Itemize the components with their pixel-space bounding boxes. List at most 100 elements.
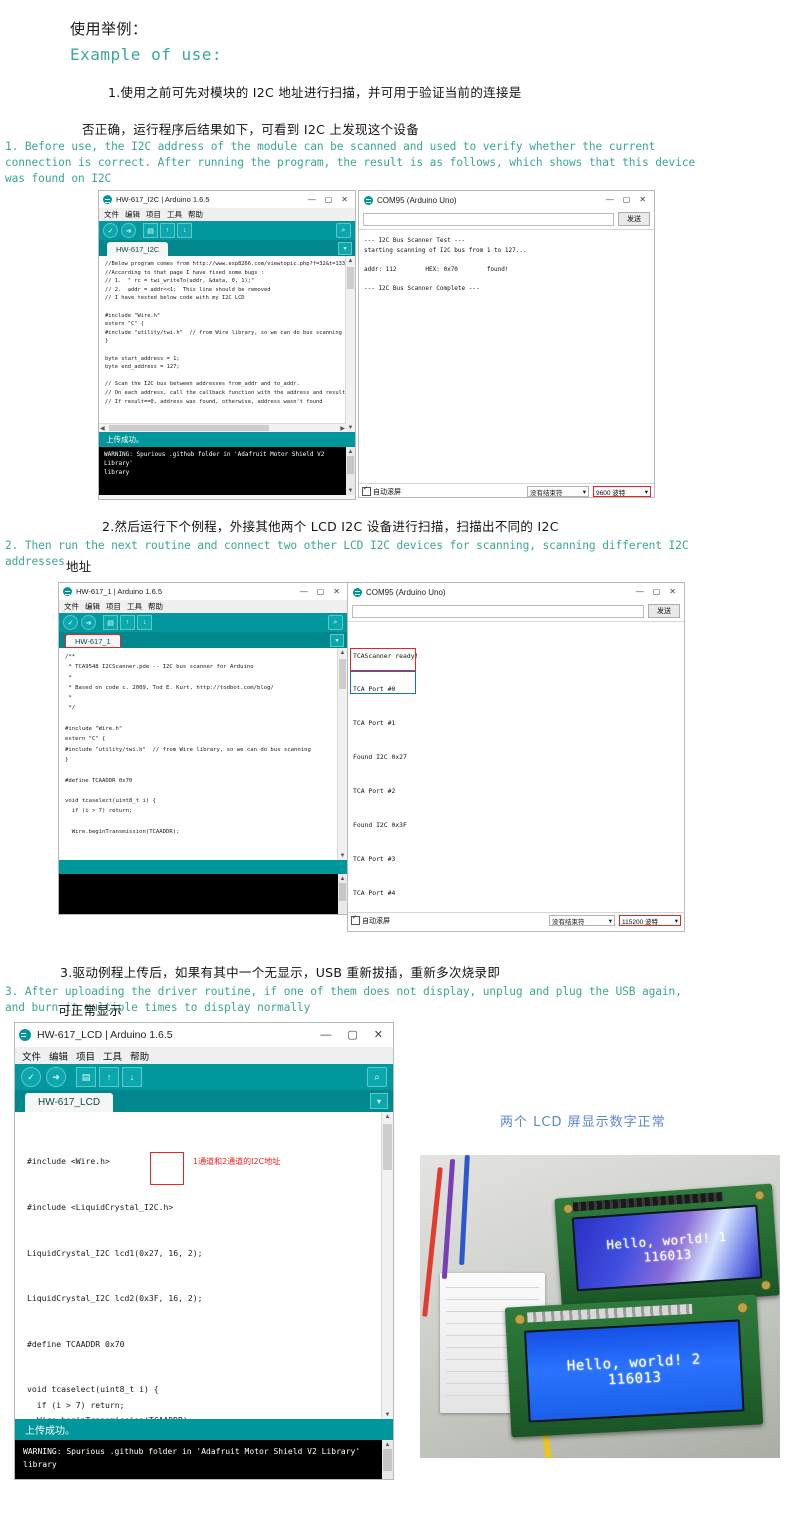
close-icon[interactable]: ✕ [341,195,348,204]
scroll-up-icon[interactable]: ▲ [382,1112,393,1121]
editor-vertical-scrollbar[interactable]: ▲ ▼ [337,648,347,860]
maximize-icon[interactable]: ▢ [325,195,333,204]
maximize-icon[interactable]: ▢ [317,587,325,596]
sketch-tab[interactable]: HW-617_LCD [25,1093,114,1112]
menu-help[interactable]: 帮助 [130,1049,149,1063]
maximize-icon[interactable]: ▢ [653,588,661,596]
new-file-icon[interactable]: ▤ [143,223,158,238]
sketch-tab[interactable]: HW-617_I2C [107,242,169,256]
serial-input-row[interactable]: 发送 [359,209,654,229]
menu-edit[interactable]: 编辑 [85,601,100,612]
minimize-icon[interactable]: — [636,588,644,596]
sketch-tab[interactable]: HW-617_1 [65,634,121,648]
upload-arrow-icon[interactable]: ➜ [121,223,136,238]
close-icon[interactable]: ✕ [374,1029,383,1041]
serial-monitor-window-2[interactable]: COM95 (Arduino Uno) — ▢ ✕ 发送 TCAScanner … [347,582,685,932]
close-icon[interactable]: ✕ [669,588,676,596]
toolbar[interactable]: ✓ ➜ ▤ ↑ ↓ ⌕ [15,1064,393,1090]
maximize-icon[interactable]: ▢ [623,196,631,204]
serial-monitor-icon[interactable]: ⌕ [367,1067,387,1087]
chevron-down-icon[interactable]: ▾ [338,242,352,255]
upload-arrow-icon[interactable]: ➜ [46,1067,66,1087]
menu-sketch[interactable]: 项目 [106,601,121,612]
serial-send-input[interactable] [352,604,644,618]
scroll-down-icon[interactable]: ▼ [338,851,347,860]
chevron-down-icon[interactable]: ▾ [370,1093,388,1109]
tab-strip[interactable]: HW-617_I2C ▾ [99,240,355,256]
scroll-up-icon[interactable]: ▲ [346,256,355,265]
menubar[interactable]: 文件 编辑 项目 工具 帮助 [59,600,347,613]
open-folder-icon[interactable]: ↑ [120,615,135,630]
send-button[interactable]: 发送 [618,212,650,226]
menu-file[interactable]: 文件 [104,209,119,220]
menu-file[interactable]: 文件 [64,601,79,612]
console-scrollbar[interactable]: ▲ ▼ [338,874,347,915]
upload-arrow-icon[interactable]: ➜ [81,615,96,630]
verify-check-icon[interactable]: ✓ [21,1067,41,1087]
scroll-left-icon[interactable]: ◀ [100,425,105,432]
menu-file[interactable]: 文件 [22,1049,41,1063]
line-ending-select[interactable]: 没有结束符 ▾ [549,915,615,926]
baud-rate-select[interactable]: 9600 波特 ▾ [593,486,651,497]
close-icon[interactable]: ✕ [639,196,646,204]
console-scroll-up-icon[interactable]: ▲ [346,447,355,456]
baud-rate-select[interactable]: 115200 波特 ▾ [619,915,681,926]
open-folder-icon[interactable]: ↑ [99,1067,119,1087]
editor-horizontal-scrollbar[interactable]: ◀ ▶ [99,423,346,432]
new-file-icon[interactable]: ▤ [76,1067,96,1087]
serial-footer[interactable]: 自动滚屏 没有结束符 ▾ 115200 波特 ▾ [348,912,684,928]
editor-vertical-scrollbar[interactable]: ▲ ▼ [381,1112,393,1419]
autoscroll-checkbox[interactable]: 自动滚屏 [362,485,401,497]
menu-edit[interactable]: 编辑 [125,209,140,220]
minimize-icon[interactable]: — [606,196,614,204]
menubar[interactable]: 文件 编辑 项目 工具 帮助 [15,1047,393,1064]
code-editor[interactable]: //Below program comes from http://www.es… [99,256,355,432]
console-scrollbar[interactable]: ▲ ▼ [346,447,355,495]
save-icon[interactable]: ↓ [137,615,152,630]
verify-check-icon[interactable]: ✓ [63,615,78,630]
menu-sketch[interactable]: 项目 [146,209,161,220]
new-file-icon[interactable]: ▤ [103,615,118,630]
scroll-down-icon[interactable]: ▼ [346,423,355,432]
arduino-ide-window-1[interactable]: HW-617_I2C | Arduino 1.6.5 — ▢ ✕ 文件 编辑 项… [98,190,356,500]
open-folder-icon[interactable]: ↑ [160,223,175,238]
line-ending-select[interactable]: 没有结束符 ▾ [527,486,589,497]
serial-monitor-window-1[interactable]: COM95 (Arduino Uno) — ▢ ✕ 发送 --- I2C Bus… [358,190,655,498]
menubar[interactable]: 文件 编辑 项目 工具 帮助 [99,208,355,221]
code-editor[interactable]: #include <Wire.h> #include <LiquidCrysta… [15,1112,393,1419]
arduino-ide-window-2[interactable]: HW-617_1 | Arduino 1.6.5 — ▢ ✕ 文件 编辑 项目 … [58,582,348,915]
serial-monitor-icon[interactable]: ⌕ [328,615,343,630]
tab-strip[interactable]: HW-617_1 ▾ [59,632,347,648]
menu-tools[interactable]: 工具 [167,209,182,220]
scroll-right-icon[interactable]: ▶ [340,425,345,432]
menu-help[interactable]: 帮助 [148,601,163,612]
close-icon[interactable]: ✕ [333,587,340,596]
minimize-icon[interactable]: — [308,195,316,204]
console-scrollbar[interactable]: ▲ ▼ [382,1440,393,1479]
toolbar[interactable]: ✓ ➜ ▤ ↑ ↓ ⌕ [99,221,355,240]
serial-input-row[interactable]: 发送 [348,601,684,621]
toolbar[interactable]: ✓ ➜ ▤ ↑ ↓ ⌕ [59,613,347,632]
autoscroll-checkbox[interactable]: 自动滚屏 [351,914,390,926]
scroll-down-icon[interactable]: ▼ [382,1410,393,1419]
verify-check-icon[interactable]: ✓ [103,223,118,238]
chevron-down-icon[interactable]: ▾ [330,634,344,647]
console-scroll-down-icon[interactable]: ▼ [338,914,347,915]
serial-send-input[interactable] [363,212,614,226]
console-scroll-up-icon[interactable]: ▲ [338,874,347,883]
save-icon[interactable]: ↓ [122,1067,142,1087]
code-editor[interactable]: /** * TCA9548 I2CScanner.pde -- I2C bus … [59,648,347,860]
menu-sketch[interactable]: 项目 [76,1049,95,1063]
menu-tools[interactable]: 工具 [103,1049,122,1063]
maximize-icon[interactable]: ▢ [347,1029,357,1041]
scroll-up-icon[interactable]: ▲ [338,648,347,657]
console-scroll-down-icon[interactable]: ▼ [346,486,355,495]
serial-monitor-icon[interactable]: ⌕ [336,223,351,238]
serial-footer[interactable]: 自动滚屏 没有结束符 ▾ 9600 波特 ▾ [359,483,654,497]
menu-edit[interactable]: 编辑 [49,1049,68,1063]
minimize-icon[interactable]: — [300,587,308,596]
send-button[interactable]: 发送 [648,604,680,618]
tab-strip[interactable]: HW-617_LCD ▾ [15,1090,393,1112]
menu-tools[interactable]: 工具 [127,601,142,612]
editor-vertical-scrollbar[interactable]: ▲ ▼ [345,256,355,432]
